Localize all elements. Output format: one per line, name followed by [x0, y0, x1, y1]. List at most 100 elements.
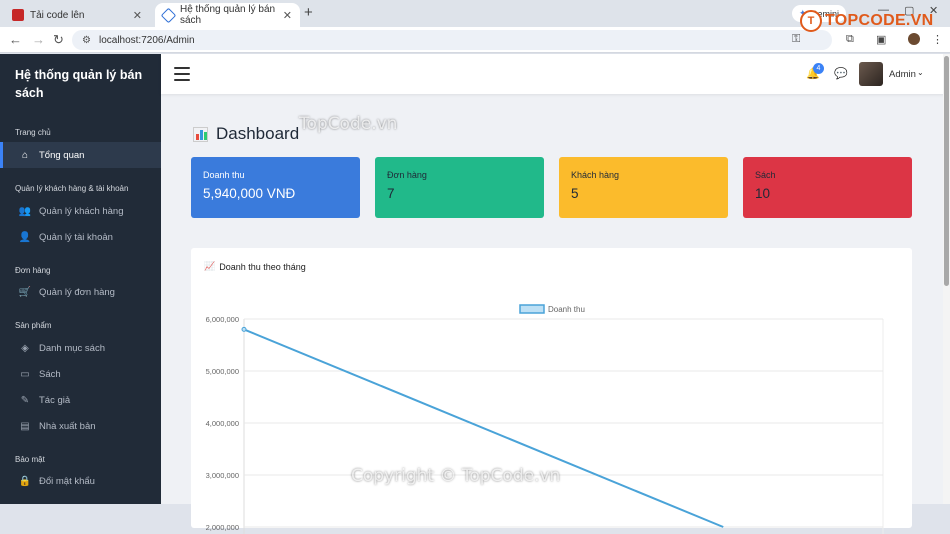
- sidebar-section-title: Quản lý khách hàng & tài khoản: [15, 184, 129, 193]
- data-point: [241, 326, 247, 332]
- sidebar-section-title: Sản phẩm: [15, 321, 52, 330]
- new-tab-button[interactable]: +: [304, 4, 313, 21]
- forward-arrow-icon[interactable]: →: [32, 32, 45, 47]
- menu-dots-icon[interactable]: ⋮: [932, 33, 943, 46]
- stat-card-books: Sách 10: [743, 157, 912, 218]
- sidebar-item-label: Quản lý khách hàng: [39, 205, 124, 217]
- pen-icon: ✎: [20, 394, 30, 406]
- reload-icon[interactable]: ↻: [53, 32, 64, 48]
- sidebar-item-orders[interactable]: 🛒 Quản lý đơn hàng: [0, 279, 161, 305]
- stat-label: Đơn hàng: [387, 170, 427, 180]
- sidebar-item-categories[interactable]: ◈ Danh mục sách: [0, 335, 161, 361]
- site-favicon-icon: [12, 9, 24, 21]
- stat-label: Khách hàng: [571, 170, 620, 180]
- browser-tab-upload[interactable]: Tải code lên ✕: [4, 3, 150, 27]
- sidebar-section-title: Đơn hàng: [15, 266, 51, 275]
- revenue-line-chart: Doanh thu 6,000,000 5,000,000 4,000,000 3,0…: [206, 304, 884, 534]
- y-tick-label: 5,000,000: [206, 367, 239, 376]
- legend-label: Doanh thu: [548, 305, 585, 314]
- stat-label: Sách: [755, 170, 776, 180]
- revenue-chart-panel: 📈 Doanh thu theo tháng Doanh thu 6,000,0…: [191, 248, 912, 534]
- chat-icon[interactable]: 💬: [834, 67, 848, 80]
- notification-badge: 4: [813, 63, 824, 74]
- chart-title-text: Doanh thu theo tháng: [219, 261, 306, 272]
- sidebar-item-label: Tác giả: [39, 394, 71, 406]
- sidebar-brand[interactable]: Hệ thống quản lý bán sách: [15, 66, 150, 102]
- tab-title: Hệ thống quản lý bán sách: [180, 4, 276, 26]
- stat-value: 5: [571, 186, 579, 201]
- sidebar-item-change-password[interactable]: 🔒 Đổi mật khẩu: [0, 468, 161, 494]
- chevron-down-icon[interactable]: ⌄: [917, 68, 924, 77]
- user-name[interactable]: Admin: [889, 69, 916, 80]
- layers-favicon-icon: [160, 7, 177, 23]
- sidebar-item-label: Tổng quan: [39, 149, 85, 161]
- layers-icon: ◈: [21, 342, 29, 354]
- book-icon: ▭: [20, 368, 30, 380]
- top-header: 🔔 4 💬 Admin ⌄: [161, 54, 950, 94]
- cart-icon: 🛒: [18, 286, 32, 298]
- chart-legend[interactable]: Doanh thu: [519, 304, 585, 314]
- stat-label: Doanh thu: [203, 170, 245, 180]
- page-title-text: Dashboard: [216, 124, 300, 143]
- watermark-copyright: Copyright © TopCode.vn: [351, 466, 561, 486]
- page-title: Dashboard: [193, 124, 299, 144]
- watermark-text: TopCode.vn: [299, 114, 398, 134]
- site-settings-icon[interactable]: ⚙: [82, 35, 91, 46]
- sidebar-item-label: Sách: [39, 368, 61, 380]
- briefcase-icon: ▤: [20, 420, 30, 432]
- sidebar: Hệ thống quản lý bán sách Trang chủ ⌂ Tổ…: [0, 54, 161, 504]
- stat-value: 5,940,000 VNĐ: [203, 186, 296, 201]
- profile-avatar[interactable]: [908, 33, 920, 45]
- legend-swatch: [519, 304, 545, 314]
- menu-toggle-icon[interactable]: [174, 67, 190, 81]
- sidebar-item-label: Quản lý tài khoản: [39, 231, 113, 243]
- tab-close-icon[interactable]: ✕: [133, 9, 142, 22]
- page-scrollbar[interactable]: [943, 54, 950, 504]
- sidebar-item-customers[interactable]: 👥 Quản lý khách hàng: [0, 198, 161, 224]
- sidebar-item-authors[interactable]: ✎ Tác giả: [0, 387, 161, 413]
- address-bar[interactable]: ⚙ localhost:7206/Admin: [72, 30, 832, 50]
- topcode-watermark-logo: T TOPCODE.VN: [800, 10, 934, 32]
- stat-card-customers: Khách hàng 5: [559, 157, 728, 218]
- sidebar-item-label: Nhà xuất bản: [39, 420, 96, 432]
- cast-icon[interactable]: ▣: [876, 33, 886, 46]
- url-text: localhost:7206/Admin: [98, 34, 195, 46]
- topcode-logo-icon: T: [800, 10, 822, 32]
- sidebar-section-title: Bảo mật: [15, 455, 45, 464]
- users-icon: 👥: [18, 205, 32, 217]
- tab-title: Tải code lên: [30, 9, 85, 21]
- bar-chart-icon: [193, 126, 208, 142]
- sidebar-item-overview[interactable]: ⌂ Tổng quan: [0, 142, 161, 168]
- back-arrow-icon[interactable]: ←: [9, 32, 22, 47]
- scrollbar-thumb[interactable]: [944, 56, 949, 286]
- series-line: [243, 328, 724, 528]
- sidebar-item-label: Quản lý đơn hàng: [39, 286, 115, 298]
- sidebar-item-publishers[interactable]: ▤ Nhà xuất bản: [0, 413, 161, 439]
- stat-card-orders: Đơn hàng 7: [375, 157, 544, 218]
- extensions-icon[interactable]: ⧉: [846, 33, 854, 46]
- sidebar-item-accounts[interactable]: 👤 Quản lý tài khoản: [0, 224, 161, 250]
- line-chart-icon: 📈: [204, 261, 216, 271]
- home-icon: ⌂: [21, 149, 29, 161]
- stat-value: 7: [387, 186, 395, 201]
- chart-lines: [241, 326, 724, 528]
- sidebar-item-label: Đổi mật khẩu: [39, 475, 95, 487]
- y-tick-label: 3,000,000: [206, 471, 239, 480]
- chart-title: 📈 Doanh thu theo tháng: [204, 261, 306, 272]
- chart-y-ticks: 6,000,000 5,000,000 4,000,000 3,000,000 2,00…: [206, 315, 239, 532]
- main-content: 🔔 4 💬 Admin ⌄ Dashboard Doanh thu 5,940,…: [161, 54, 950, 534]
- y-tick-label: 4,000,000: [206, 419, 239, 428]
- sidebar-item-books[interactable]: ▭ Sách: [0, 361, 161, 387]
- stat-value: 10: [755, 186, 771, 201]
- browser-tab-admin[interactable]: Hệ thống quản lý bán sách ✕: [155, 3, 300, 27]
- lock-icon: 🔒: [18, 475, 32, 487]
- key-icon[interactable]: ⚿: [792, 33, 800, 46]
- y-tick-label: 2,000,000: [206, 523, 239, 532]
- stat-card-revenue: Doanh thu 5,940,000 VNĐ: [191, 157, 360, 218]
- sidebar-section-title: Trang chủ: [15, 128, 51, 137]
- sidebar-item-label: Danh mục sách: [39, 342, 106, 354]
- y-tick-label: 6,000,000: [206, 315, 239, 324]
- chart-grid: [243, 318, 884, 534]
- avatar[interactable]: [859, 62, 883, 86]
- tab-close-icon[interactable]: ✕: [283, 9, 292, 22]
